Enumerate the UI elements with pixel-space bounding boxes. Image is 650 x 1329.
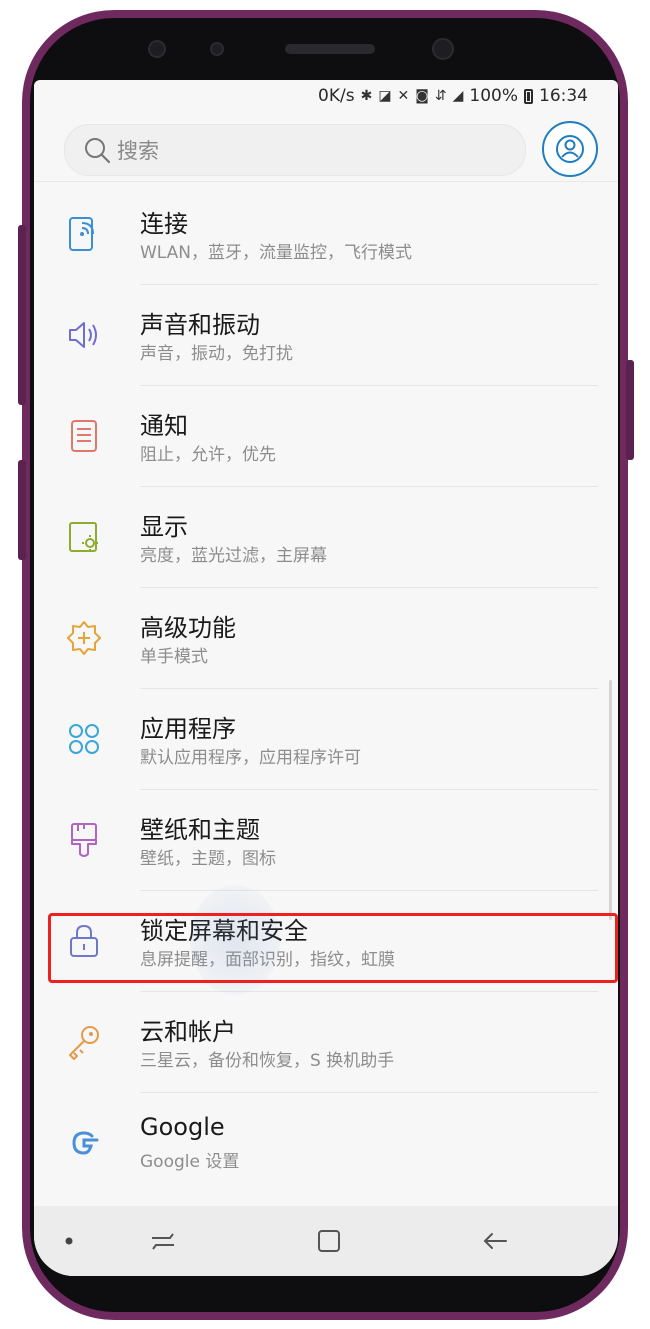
settings-item-title: 壁纸和主题 [140, 816, 260, 844]
bluetooth-icon: ✱ [360, 88, 373, 104]
search-input[interactable]: 搜索 [64, 124, 526, 176]
settings-item-title: Google [140, 1113, 225, 1141]
front-sensor [210, 42, 224, 56]
settings-item[interactable]: 应用程序 默认应用程序，应用程序许可 [34, 689, 618, 790]
settings-item[interactable]: 声音和振动 声音，振动，免打扰 [34, 285, 618, 386]
signal-icon: ◢ [452, 88, 464, 104]
settings-item-subtitle: 三星云，备份和恢复，S 换机助手 [140, 1051, 395, 1071]
speaker-icon [64, 315, 104, 355]
nav-dot-icon[interactable] [64, 1236, 74, 1246]
display-icon [64, 517, 104, 557]
settings-item-title: 通知 [140, 412, 188, 440]
profile-button[interactable] [542, 121, 598, 177]
settings-item-subtitle: 阻止，允许，优先 [140, 445, 276, 465]
settings-item[interactable]: 高级功能 单手模式 [34, 588, 618, 689]
settings-item-subtitle: 默认应用程序，应用程序许可 [140, 748, 361, 768]
connection-icon [64, 214, 104, 254]
key-icon [64, 1022, 104, 1062]
wifi-icon: ⇵ [434, 88, 447, 104]
status-bar: 0K/s ✱ ◪ ✕ ◙ ⇵ ◢ 100% 16:34 [34, 80, 618, 116]
search-placeholder: 搜索 [117, 139, 159, 163]
settings-item-subtitle: 声音，振动，免打扰 [140, 344, 293, 364]
google-icon [64, 1123, 104, 1163]
search-icon [85, 138, 111, 164]
settings-item[interactable]: 连接 WLAN，蓝牙，流量监控，飞行模式 [34, 184, 618, 285]
front-camera [432, 38, 454, 60]
header-divider [34, 181, 618, 182]
recent-apps-icon[interactable] [148, 1226, 178, 1256]
settings-item[interactable]: 通知 阻止，允许，优先 [34, 386, 618, 487]
battery-icon [524, 88, 533, 104]
settings-screen: 0K/s ✱ ◪ ✕ ◙ ⇵ ◢ 100% 16:34 搜索 连接 WLAN，蓝… [34, 80, 618, 1276]
apps-grid-icon [64, 719, 104, 759]
settings-item-title: 应用程序 [140, 715, 236, 743]
power-button [626, 360, 634, 460]
earpiece-speaker [285, 44, 375, 54]
battery-percent: 100% [469, 86, 518, 106]
highlight-box [48, 913, 618, 983]
settings-item-subtitle: Google 设置 [140, 1152, 240, 1172]
home-button-icon[interactable] [314, 1226, 344, 1256]
nfc-icon: ◪ [378, 88, 392, 104]
settings-item[interactable]: 显示 亮度，蓝光过滤，主屏幕 [34, 487, 618, 588]
settings-item-subtitle: 壁纸，主题，图标 [140, 849, 276, 869]
brush-icon [64, 820, 104, 860]
settings-item-subtitle: 亮度，蓝光过滤，主屏幕 [140, 546, 327, 566]
settings-item-title: 高级功能 [140, 614, 236, 642]
settings-item-subtitle: 单手模式 [140, 647, 208, 667]
clock: 16:34 [539, 86, 588, 106]
settings-item-title: 显示 [140, 513, 188, 541]
settings-item[interactable]: 壁纸和主题 壁纸，主题，图标 [34, 790, 618, 891]
advanced-gear-icon [64, 618, 104, 658]
mute-icon: ✕ [397, 88, 410, 104]
bixby-button [18, 460, 26, 560]
notification-icon [64, 416, 104, 456]
settings-item[interactable]: 云和帐户 三星云，备份和恢复，S 换机助手 [34, 992, 618, 1093]
navigation-bar [34, 1206, 618, 1276]
settings-item-title: 云和帐户 [140, 1018, 236, 1046]
front-sensor [148, 40, 166, 58]
data-saver-icon: ◙ [415, 88, 429, 104]
settings-item-title: 连接 [140, 210, 188, 238]
back-arrow-icon[interactable] [480, 1226, 510, 1256]
status-right-group: 0K/s ✱ ◪ ✕ ◙ ⇵ ◢ 100% 16:34 [318, 86, 588, 106]
network-speed: 0K/s [318, 86, 355, 106]
settings-list: 连接 WLAN，蓝牙，流量监控，飞行模式 声音和振动 声音，振动，免打扰 通知 … [34, 184, 618, 1194]
profile-icon [556, 135, 584, 163]
scrollbar[interactable] [609, 680, 612, 920]
settings-item-title: 声音和振动 [140, 311, 260, 339]
settings-item[interactable]: Google Google 设置 [34, 1093, 618, 1194]
volume-button [18, 225, 26, 405]
settings-item-subtitle: WLAN，蓝牙，流量监控，飞行模式 [140, 243, 413, 263]
